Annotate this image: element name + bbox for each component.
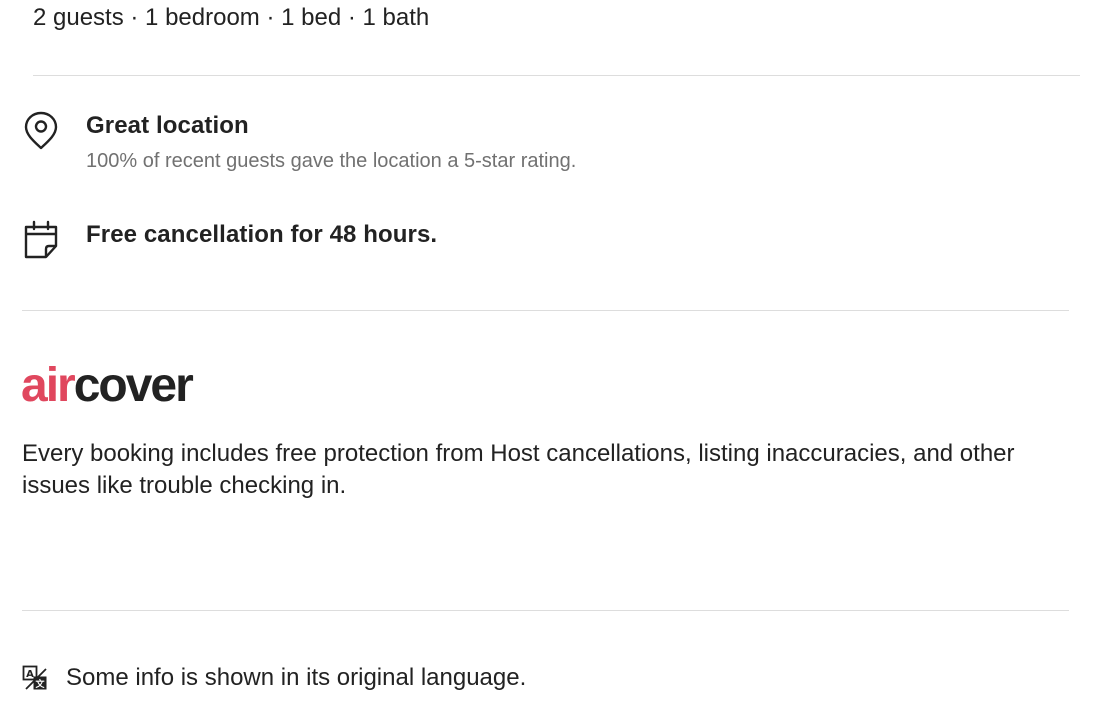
highlight-title: Great location <box>86 112 249 139</box>
aircover-description: Every booking includes free protection f… <box>22 440 1015 499</box>
highlight-free-cancellation: Free cancellation for 48 hours. <box>22 219 437 259</box>
svg-text:A: A <box>26 669 34 680</box>
listing-summary: 2 guests · 1 bedroom · 1 bed · 1 bath <box>33 4 430 31</box>
aircover-logo: aircover <box>21 356 194 416</box>
section-divider <box>22 610 1069 611</box>
translation-note-text: Some info is shown in its original langu… <box>66 664 527 691</box>
translate-icon: A 文 <box>22 665 48 691</box>
map-pin-icon <box>22 110 60 150</box>
section-divider <box>22 310 1069 311</box>
translation-note: A 文 Some info is shown in its original l… <box>22 662 526 694</box>
highlight-great-location: Great location 100% of recent guests gav… <box>22 110 576 174</box>
section-divider <box>33 75 1080 76</box>
aircover-logo-cover: cover <box>73 359 194 412</box>
calendar-icon <box>22 219 60 259</box>
highlight-title: Free cancellation for 48 hours. <box>86 221 438 248</box>
highlight-subtitle: 100% of recent guests gave the location … <box>86 150 577 172</box>
aircover-logo-air: air <box>21 359 76 412</box>
svg-text:文: 文 <box>34 678 45 690</box>
